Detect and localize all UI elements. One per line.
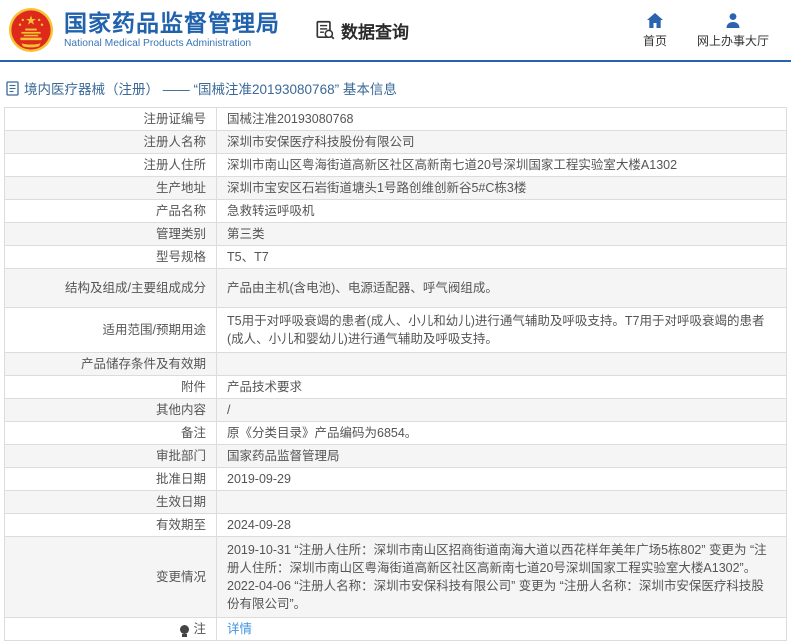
row-value: 产品技术要求	[217, 376, 787, 399]
table-row: 注册人住所深圳市南山区粤海街道高新区社区高新南七道20号深圳国家工程实验室大楼A…	[5, 154, 787, 177]
table-row: 其他内容/	[5, 399, 787, 422]
row-label: 注册证编号	[5, 108, 217, 131]
row-label: 生效日期	[5, 491, 217, 514]
table-row: 审批部门国家药品监督管理局	[5, 445, 787, 468]
top-nav: 首页 网上办事大厅	[643, 12, 769, 49]
row-label: 产品名称	[5, 200, 217, 223]
row-label: 审批部门	[5, 445, 217, 468]
row-value: 原《分类目录》产品编码为6854。	[217, 422, 787, 445]
row-label: 型号规格	[5, 246, 217, 269]
row-label: 其他内容	[5, 399, 217, 422]
table-row: 注详情	[5, 618, 787, 641]
row-label: 注册人住所	[5, 154, 217, 177]
row-label: 批准日期	[5, 468, 217, 491]
row-value: 第三类	[217, 223, 787, 246]
bulb-icon	[180, 625, 189, 634]
table-row: 注册证编号国械注准20193080768	[5, 108, 787, 131]
row-value	[217, 491, 787, 514]
row-label: 结构及组成/主要组成成分	[5, 269, 217, 308]
table-row: 有效期至2024-09-28	[5, 514, 787, 537]
table-row: 附件产品技术要求	[5, 376, 787, 399]
document-search-icon	[314, 19, 336, 41]
row-label: 生产地址	[5, 177, 217, 200]
row-label: 产品储存条件及有效期	[5, 353, 217, 376]
home-icon	[646, 12, 664, 29]
info-table: 注册证编号国械注准20193080768注册人名称深圳市安保医疗科技股份有限公司…	[4, 107, 787, 641]
row-label: 备注	[5, 422, 217, 445]
info-table-body: 注册证编号国械注准20193080768注册人名称深圳市安保医疗科技股份有限公司…	[5, 108, 787, 641]
row-value: 深圳市宝安区石岩街道塘头1号路创维创新谷5#C栋3楼	[217, 177, 787, 200]
data-query-label: 数据查询	[341, 18, 409, 43]
row-value: 深圳市安保医疗科技股份有限公司	[217, 131, 787, 154]
row-label: 有效期至	[5, 514, 217, 537]
table-row: 产品储存条件及有效期	[5, 353, 787, 376]
row-value: T5用于对呼吸衰竭的患者(成人、小儿和幼儿)进行通气辅助及呼吸支持。T7用于对呼…	[217, 308, 787, 353]
row-value: 急救转运呼吸机	[217, 200, 787, 223]
breadcrumb: 境内医疗器械（注册） —— “国械注准20193080768” 基本信息	[6, 78, 785, 98]
site-header: 国家药品监督管理局 National Medical Products Admi…	[0, 0, 791, 62]
table-row: 变更情况2019-10-31 “注册人住所：深圳市南山区招商街道南海大道以西花样…	[5, 537, 787, 618]
row-value: 深圳市南山区粤海街道高新区社区高新南七道20号深圳国家工程实验室大楼A1302	[217, 154, 787, 177]
row-value: 详情	[217, 618, 787, 641]
user-icon	[724, 12, 742, 29]
document-icon	[6, 81, 19, 96]
table-row: 适用范围/预期用途T5用于对呼吸衰竭的患者(成人、小儿和幼儿)进行通气辅助及呼吸…	[5, 308, 787, 353]
page-title: 境内医疗器械（注册） —— “国械注准20193080768” 基本信息	[24, 78, 397, 98]
nav-home[interactable]: 首页	[643, 12, 667, 49]
table-row: 型号规格T5、T7	[5, 246, 787, 269]
row-label: 注	[5, 618, 217, 641]
national-emblem-icon	[8, 7, 54, 53]
row-value: T5、T7	[217, 246, 787, 269]
table-row: 备注原《分类目录》产品编码为6854。	[5, 422, 787, 445]
row-label: 适用范围/预期用途	[5, 308, 217, 353]
row-value: /	[217, 399, 787, 422]
table-row: 产品名称急救转运呼吸机	[5, 200, 787, 223]
agency-subtitle: National Medical Products Administration	[64, 38, 280, 49]
row-label: 注册人名称	[5, 131, 217, 154]
detail-link[interactable]: 详情	[227, 622, 252, 636]
row-value: 国家药品监督管理局	[217, 445, 787, 468]
table-row: 结构及组成/主要组成成分产品由主机(含电池)、电源适配器、呼气阀组成。	[5, 269, 787, 308]
row-label: 附件	[5, 376, 217, 399]
row-value: 2024-09-28	[217, 514, 787, 537]
row-label: 管理类别	[5, 223, 217, 246]
row-value: 产品由主机(含电池)、电源适配器、呼气阀组成。	[217, 269, 787, 308]
agency-title: 国家药品监督管理局	[64, 11, 280, 36]
table-row: 生效日期	[5, 491, 787, 514]
nav-home-label: 首页	[643, 32, 667, 49]
row-value	[217, 353, 787, 376]
row-value: 国械注准20193080768	[217, 108, 787, 131]
agency-logo[interactable]: 国家药品监督管理局 National Medical Products Admi…	[8, 7, 280, 53]
table-row: 生产地址深圳市宝安区石岩街道塘头1号路创维创新谷5#C栋3楼	[5, 177, 787, 200]
nav-service-hall[interactable]: 网上办事大厅	[697, 12, 769, 49]
row-value: 2019-09-29	[217, 468, 787, 491]
row-label: 变更情况	[5, 537, 217, 618]
table-row: 注册人名称深圳市安保医疗科技股份有限公司	[5, 131, 787, 154]
table-row: 批准日期2019-09-29	[5, 468, 787, 491]
row-value: 2019-10-31 “注册人住所：深圳市南山区招商街道南海大道以西花样年美年广…	[217, 537, 787, 618]
data-query-tab[interactable]: 数据查询	[314, 18, 409, 43]
table-row: 管理类别第三类	[5, 223, 787, 246]
nav-service-hall-label: 网上办事大厅	[697, 32, 769, 49]
